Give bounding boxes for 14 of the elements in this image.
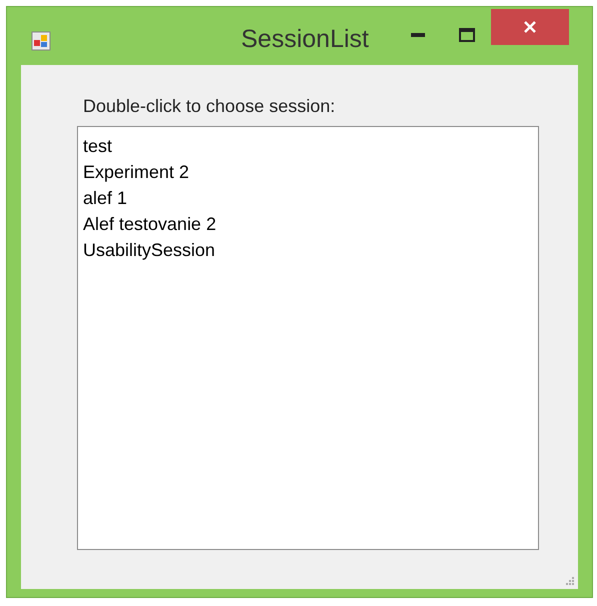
- resize-grip-icon: [564, 575, 574, 585]
- instruction-label: Double-click to choose session:: [83, 95, 336, 118]
- app-icon: [31, 31, 51, 51]
- close-button[interactable]: [490, 9, 569, 45]
- session-item[interactable]: test: [83, 133, 533, 159]
- session-item[interactable]: UsabilitySession: [83, 237, 533, 263]
- session-item[interactable]: Experiment 2: [83, 159, 533, 185]
- session-item[interactable]: alef 1: [83, 185, 533, 211]
- minimize-icon: [410, 33, 425, 37]
- session-list[interactable]: test Experiment 2 alef 1 Alef testovanie 2 UsabilitySession: [77, 126, 539, 550]
- close-icon: [522, 20, 537, 34]
- maximize-icon: [458, 28, 475, 42]
- window-title: SessionList: [241, 24, 369, 55]
- session-item[interactable]: Alef testovanie 2: [83, 211, 533, 237]
